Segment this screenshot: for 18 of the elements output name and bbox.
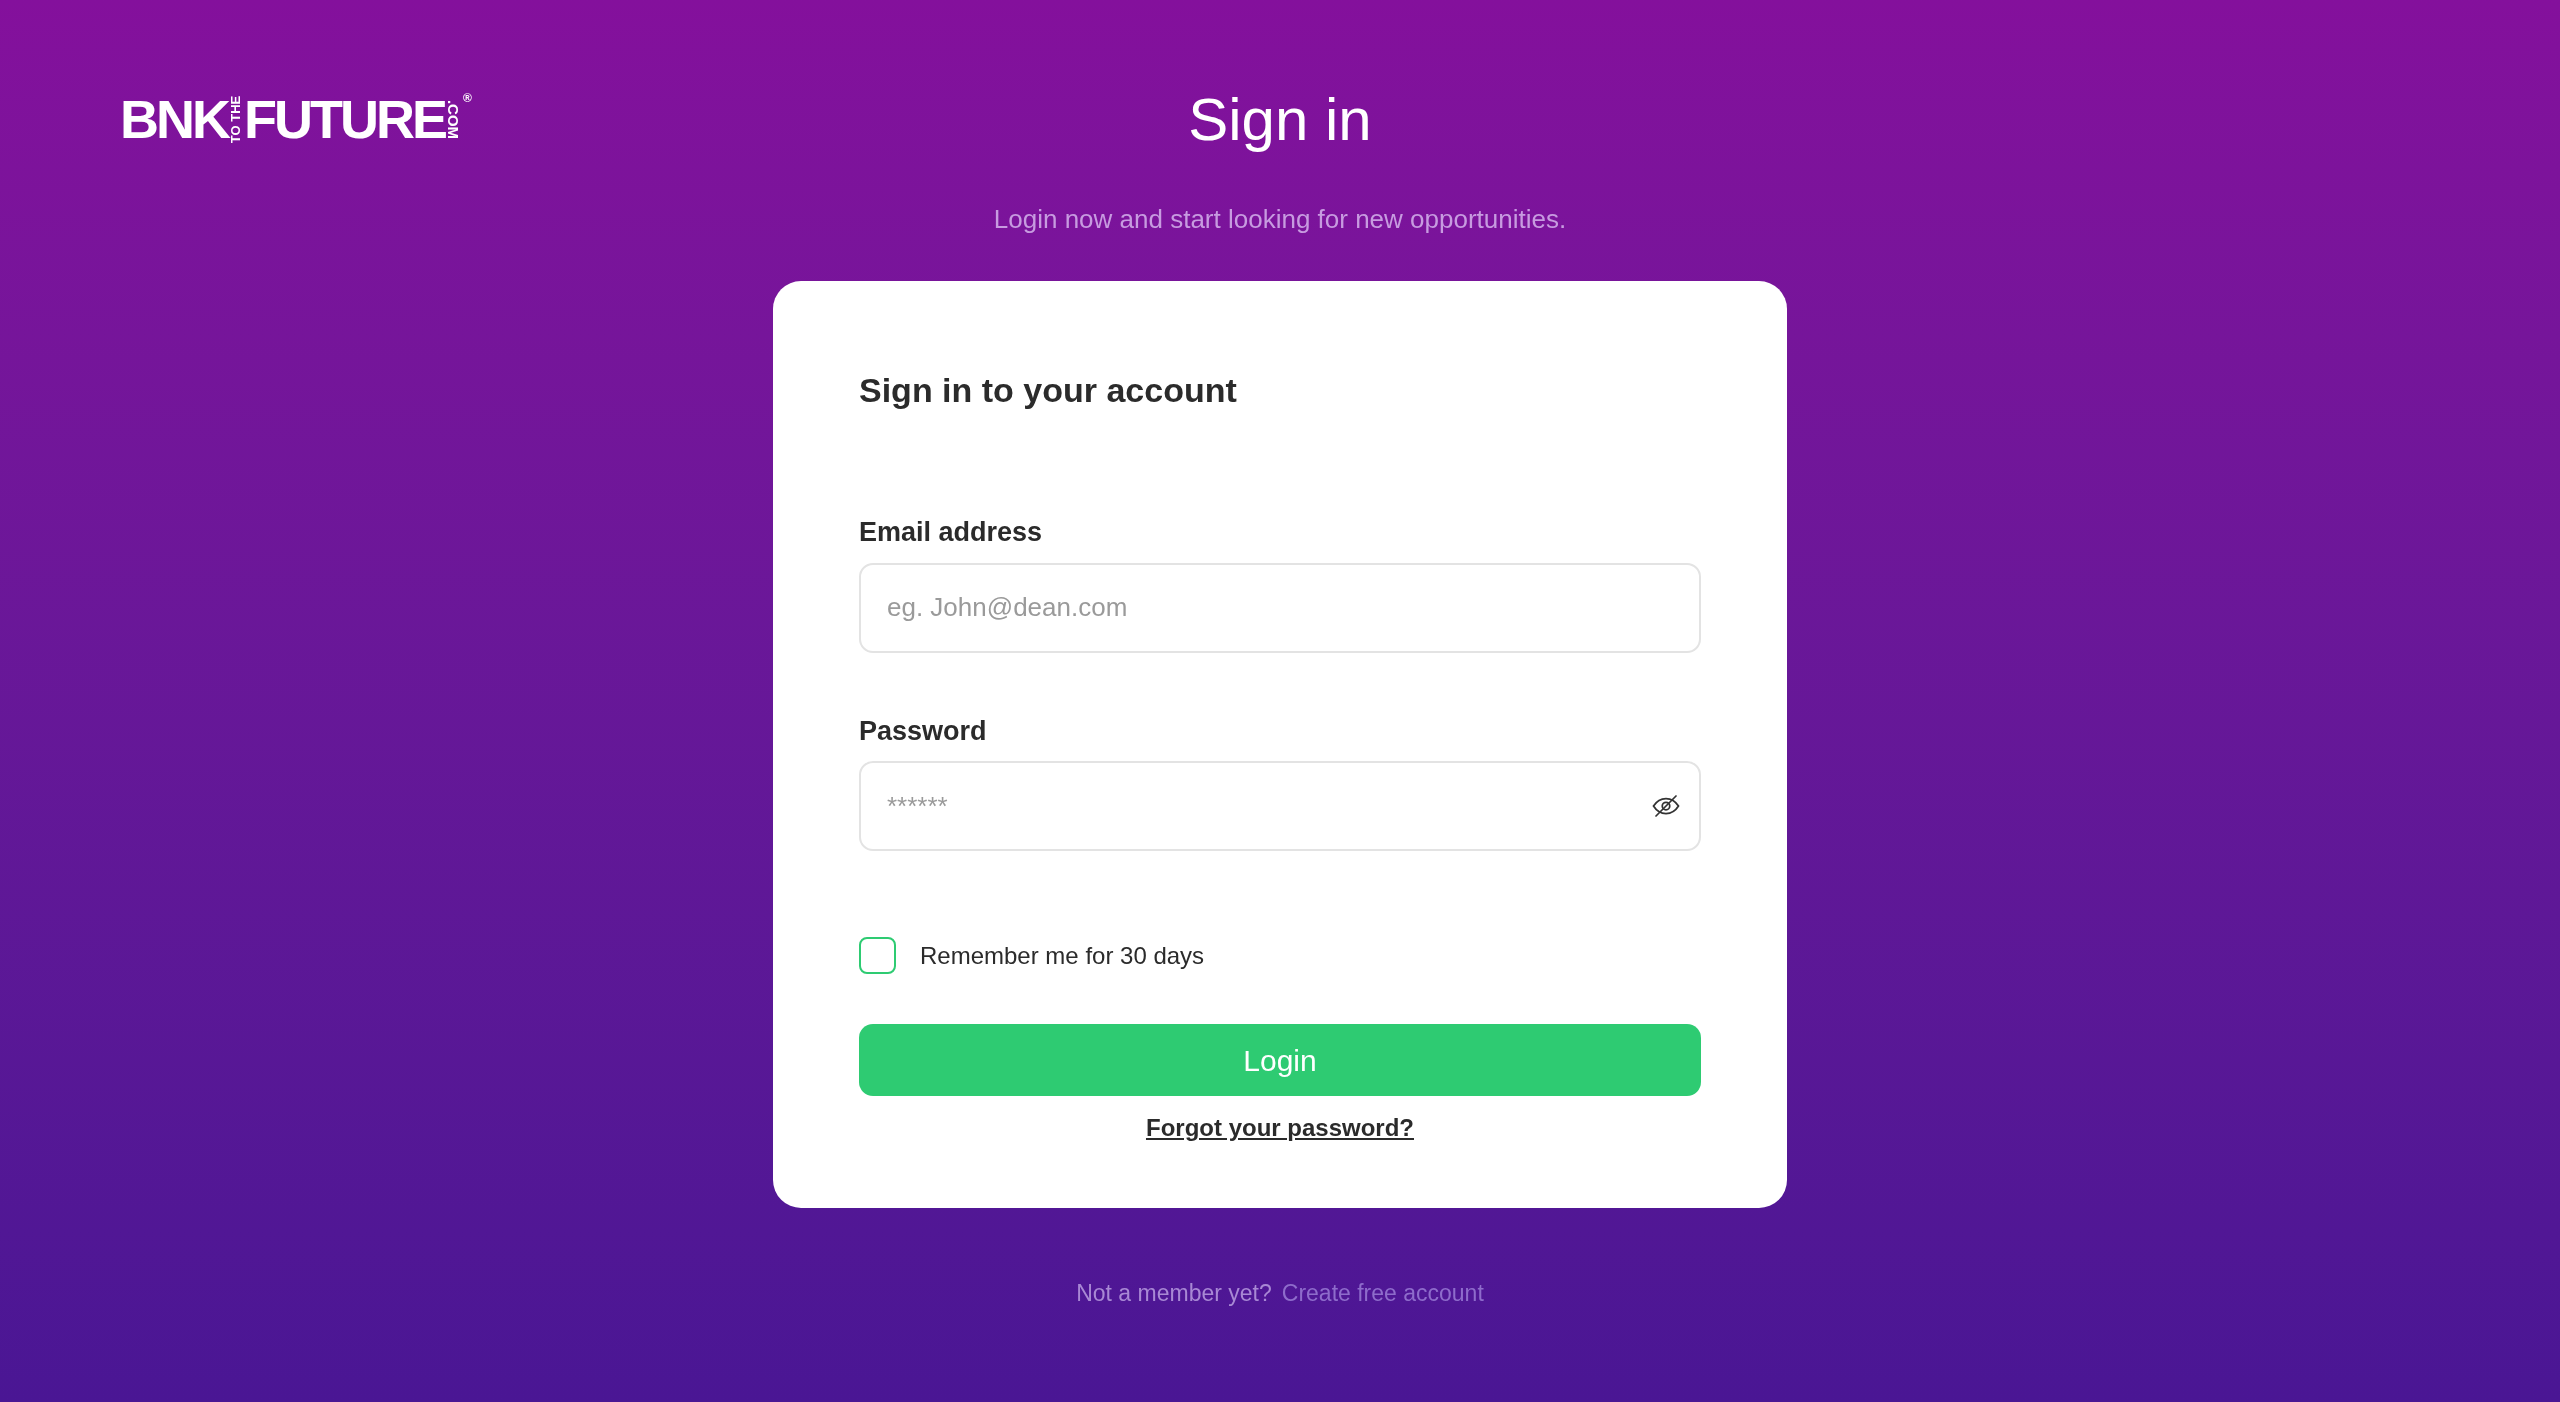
login-button[interactable]: Login: [859, 1024, 1701, 1096]
field-label: Password: [859, 714, 988, 748]
remember-checkbox[interactable]: [859, 937, 896, 974]
logo-text: TO THE: [228, 94, 244, 145]
logo-text: BNK: [120, 92, 228, 146]
logo-text: FUTURE: [244, 92, 445, 146]
password-field[interactable]: ******: [859, 761, 1701, 851]
create-account-link[interactable]: Create free account: [1281, 1276, 1484, 1311]
card-heading: Sign in to your account: [859, 370, 1238, 411]
logo-text: .COM: [445, 98, 463, 141]
field-label: Email address: [859, 516, 1044, 549]
remember-label: Remember me for 30 days: [920, 940, 1205, 971]
registered-mark: ®: [463, 92, 472, 104]
forgot-password-link[interactable]: Forgot your password?: [1146, 1110, 1414, 1146]
footer-prompt: Not a member yet?: [1076, 1279, 1272, 1308]
email-field[interactable]: eg. John@dean.com: [859, 562, 1701, 653]
page-title: Sign in: [1188, 85, 1372, 155]
page-subtitle: Login now and start looking for new opportunities.: [993, 203, 1567, 236]
